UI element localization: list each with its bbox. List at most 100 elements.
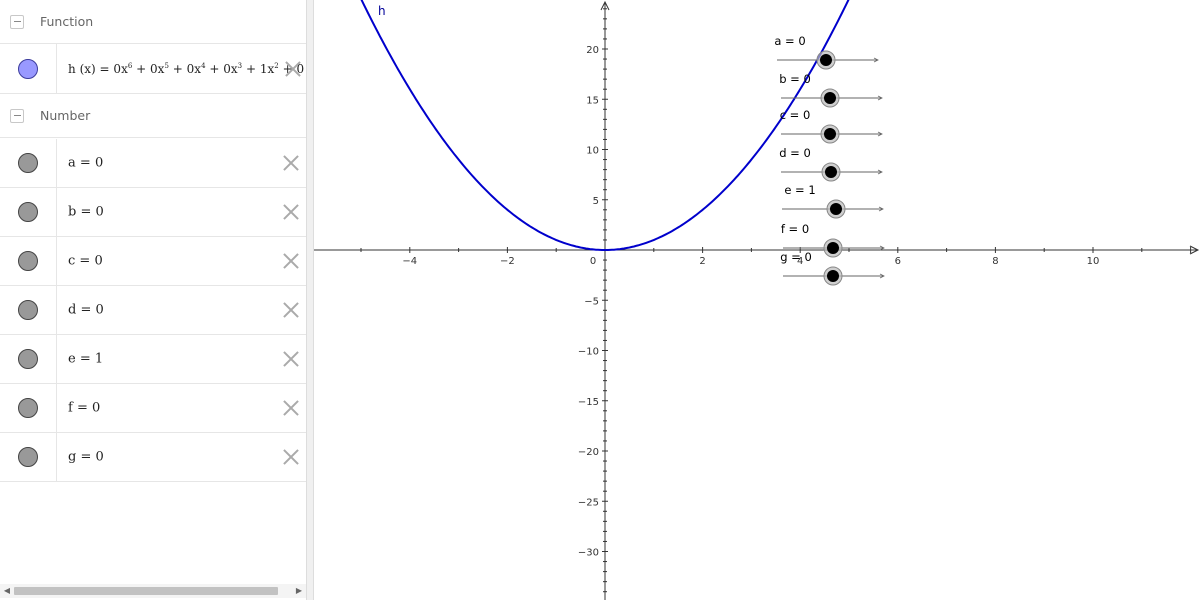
- equals-sign: =: [79, 351, 91, 367]
- function-label-h: h: [378, 4, 386, 18]
- slider-b[interactable]: b = 0: [779, 72, 883, 108]
- number-visibility-toggle[interactable]: [18, 447, 38, 467]
- slider-label: e = 1: [784, 183, 815, 197]
- number-visibility-toggle[interactable]: [18, 251, 38, 271]
- number-expression[interactable]: f = 0: [68, 401, 100, 416]
- collapse-number-group-icon[interactable]: [10, 108, 24, 123]
- slider-handle[interactable]: [827, 270, 839, 282]
- number-name: d: [68, 302, 77, 318]
- slider-d[interactable]: d = 0: [779, 146, 883, 182]
- slider-label: d = 0: [779, 146, 811, 160]
- function-arg: (x): [79, 61, 96, 76]
- function-group-label: Function: [40, 14, 94, 29]
- number-expression[interactable]: b = 0: [68, 205, 104, 220]
- term-var: x: [121, 61, 128, 76]
- graphics-view[interactable]: −4 −2 0 2 4 6 8 10 20 15 10 5 −5 −10 −15 −20 −25 −30 h a …: [314, 0, 1200, 600]
- number-expression[interactable]: g = 0: [68, 450, 104, 465]
- slider-label: b = 0: [779, 72, 811, 86]
- number-group-header[interactable]: Number: [0, 94, 306, 138]
- number-expression[interactable]: d = 0: [68, 303, 104, 318]
- slider-handle[interactable]: [825, 166, 837, 178]
- equals-sign: =: [80, 302, 92, 318]
- number-visibility-toggle[interactable]: [18, 153, 38, 173]
- number-row-f[interactable]: f = 0: [0, 384, 306, 433]
- axis-ticks: −4 −2 0 2 4 6 8 102015105−5−10−15−20−25−30: [360, 8, 1192, 593]
- number-row-a[interactable]: a = 0: [0, 139, 306, 188]
- slider-c[interactable]: c = 0: [780, 108, 883, 144]
- number-row-e[interactable]: e = 1: [0, 335, 306, 384]
- number-value: 0: [95, 302, 104, 318]
- slider-a[interactable]: a = 0: [774, 34, 879, 70]
- slider-handle[interactable]: [827, 242, 839, 254]
- number-row-c[interactable]: c = 0: [0, 237, 306, 286]
- collapse-function-group-icon[interactable]: [10, 14, 24, 29]
- function-row-h[interactable]: h (x) = 0x6 + 0x5 + 0x4 + 0x3 + 1x2 + 0: [0, 44, 306, 94]
- delete-number-icon[interactable]: [282, 350, 300, 368]
- term-exp: 4: [201, 61, 206, 70]
- number-visibility-toggle[interactable]: [18, 398, 38, 418]
- y-tick-label: 20: [586, 45, 599, 56]
- plus-sign: +: [172, 61, 183, 76]
- slider-handle[interactable]: [824, 128, 836, 140]
- slider-group: a = 0 b = 0 c = 0 d = 0 e = 1 f = 0 g = 0: [774, 34, 885, 286]
- x-tick-label: 10: [1087, 256, 1100, 267]
- term-coef: 0: [223, 61, 231, 76]
- slider-handle[interactable]: [830, 203, 842, 215]
- number-row-b[interactable]: b = 0: [0, 188, 306, 237]
- y-tick-label: 5: [593, 196, 599, 207]
- x-tick-label: 2: [699, 256, 705, 267]
- y-tick-label: −15: [578, 397, 599, 408]
- horizontal-scrollbar[interactable]: ◀ ▶: [0, 584, 306, 598]
- x-tick-label: −4: [402, 256, 417, 267]
- number-name: e: [68, 351, 76, 367]
- marble-cell: [0, 237, 57, 285]
- graphics-canvas[interactable]: −4 −2 0 2 4 6 8 102015105−5−10−15−20−25−30 h a …: [314, 0, 1200, 600]
- function-expression[interactable]: h (x) = 0x6 + 0x5 + 0x4 + 0x3 + 1x2 + 0: [68, 62, 306, 76]
- marble-cell: [0, 44, 57, 93]
- scrollbar-thumb[interactable]: [14, 587, 278, 595]
- number-visibility-toggle[interactable]: [18, 202, 38, 222]
- equals-sign: =: [80, 449, 92, 465]
- number-name: c: [68, 253, 76, 269]
- slider-label: g = 0: [780, 250, 812, 264]
- function-group-header[interactable]: Function: [0, 0, 306, 44]
- slider-e[interactable]: e = 1: [782, 183, 884, 219]
- number-visibility-toggle[interactable]: [18, 300, 38, 320]
- delete-number-icon[interactable]: [282, 154, 300, 172]
- marble-cell: [0, 286, 57, 334]
- number-value: 0: [94, 155, 104, 171]
- slider-handle[interactable]: [824, 92, 836, 104]
- number-value: 1: [94, 351, 104, 367]
- x-tick-label: −2: [500, 256, 515, 267]
- delete-number-icon[interactable]: [282, 301, 300, 319]
- equals-sign: =: [76, 400, 88, 416]
- number-row-d[interactable]: d = 0: [0, 286, 306, 335]
- number-row-g[interactable]: g = 0: [0, 433, 306, 482]
- delete-number-icon[interactable]: [282, 203, 300, 221]
- plus-sign: +: [136, 61, 147, 76]
- term-coef: 1: [259, 61, 268, 76]
- delete-function-icon[interactable]: [284, 60, 302, 78]
- delete-number-icon[interactable]: [282, 448, 300, 466]
- y-tick-label: 10: [586, 146, 599, 157]
- marble-cell: [0, 384, 57, 432]
- view-splitter[interactable]: [306, 0, 314, 600]
- delete-number-icon[interactable]: [282, 252, 300, 270]
- slider-handle[interactable]: [820, 54, 832, 66]
- scroll-left-icon[interactable]: ◀: [2, 586, 12, 596]
- y-tick-label: 15: [586, 95, 599, 106]
- y-tick-label: −25: [578, 497, 599, 508]
- scroll-right-icon[interactable]: ▶: [294, 586, 304, 596]
- y-tick-label: −20: [578, 447, 599, 458]
- x-tick-label: 8: [992, 256, 998, 267]
- number-name: g: [68, 449, 77, 465]
- number-value: 0: [95, 204, 104, 220]
- function-visibility-toggle[interactable]: [18, 58, 38, 79]
- number-value: 0: [95, 449, 104, 465]
- number-visibility-toggle[interactable]: [18, 349, 38, 369]
- number-expression[interactable]: e = 1: [68, 352, 103, 367]
- delete-number-icon[interactable]: [282, 399, 300, 417]
- axes: [314, 0, 1200, 600]
- number-expression[interactable]: c = 0: [68, 254, 103, 269]
- number-expression[interactable]: a = 0: [68, 156, 103, 171]
